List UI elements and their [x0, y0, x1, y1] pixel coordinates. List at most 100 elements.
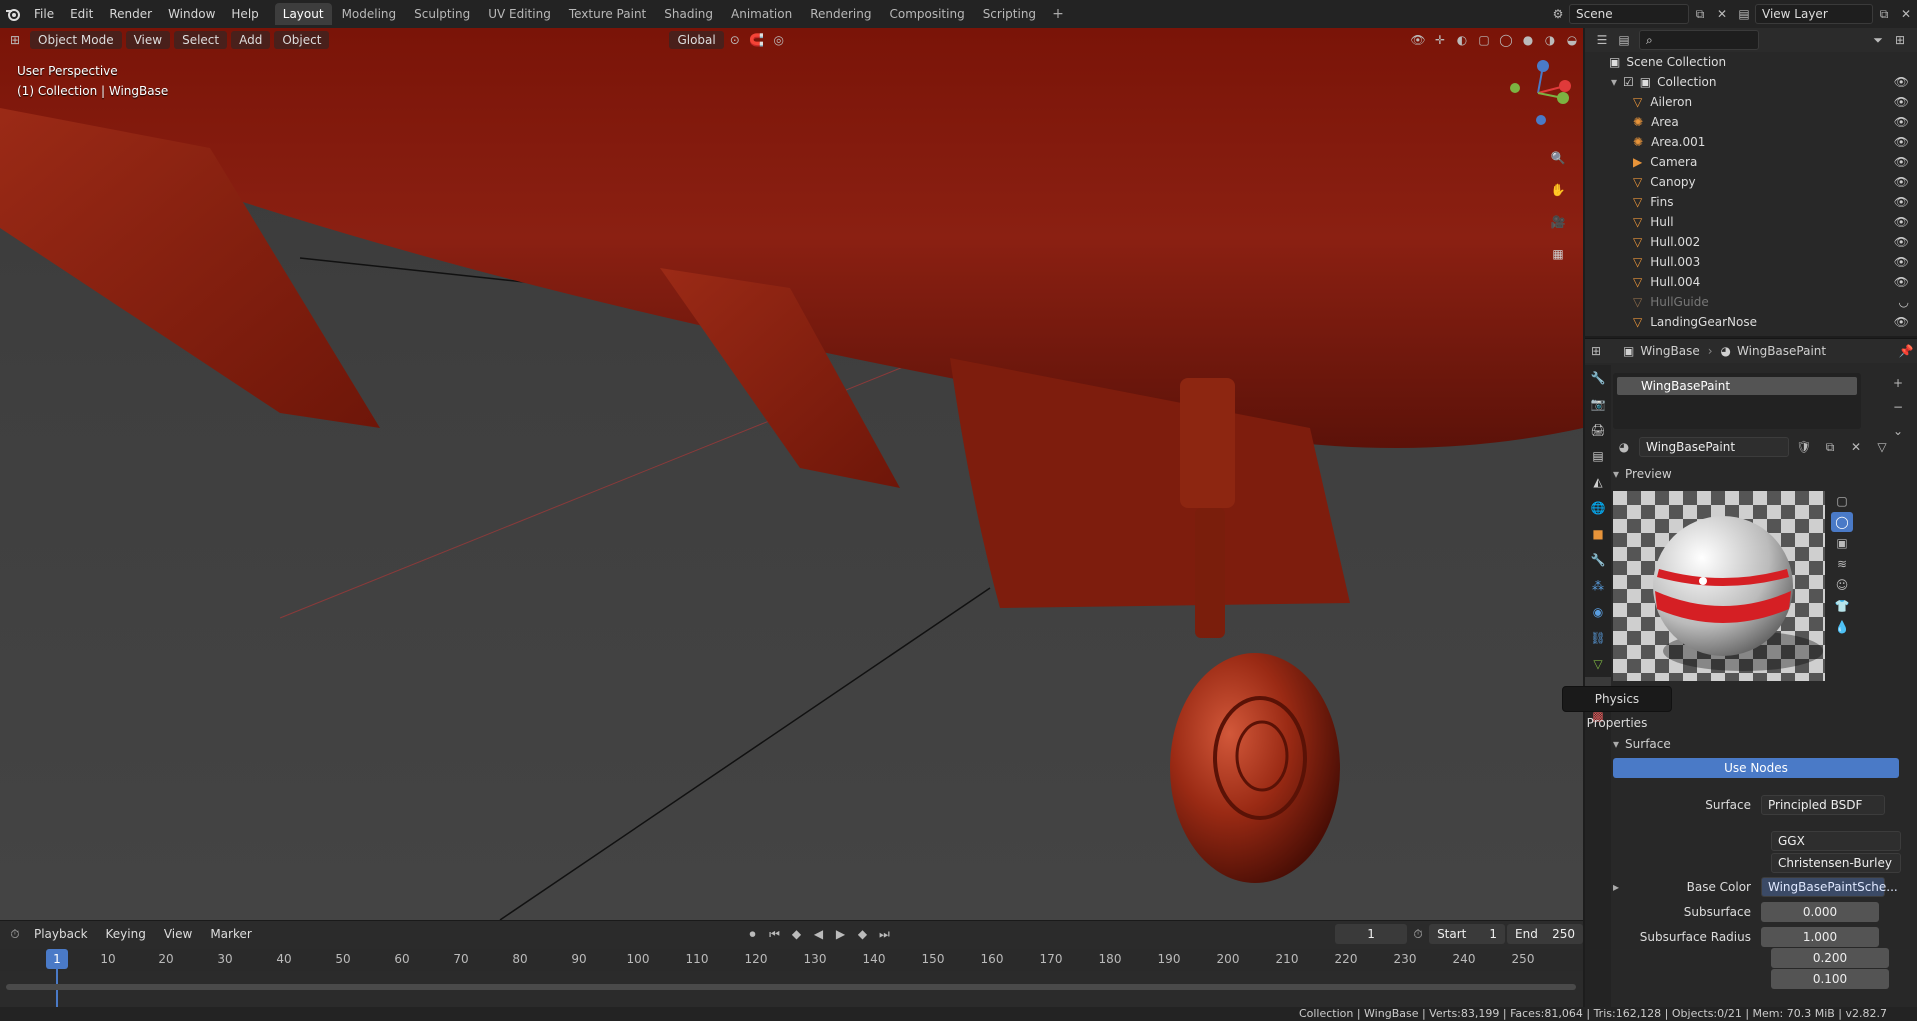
distribution-dropdown[interactable]: GGX: [1771, 831, 1901, 851]
editor-type-icon[interactable]: ⊞: [4, 30, 26, 50]
eye-icon[interactable]: 👁: [1894, 175, 1909, 189]
outliner-item-area-001[interactable]: ✺ Area.001 👁: [1585, 132, 1917, 152]
zoom-icon[interactable]: 🔍: [1545, 146, 1571, 170]
add-slot-icon[interactable]: +: [1887, 373, 1909, 393]
preview-hair-icon[interactable]: ≋: [1831, 554, 1853, 574]
preview-panel-header[interactable]: ▾ Preview: [1613, 467, 1672, 481]
add-workspace-icon[interactable]: +: [1046, 6, 1070, 22]
tab-scripting[interactable]: Scripting: [975, 3, 1044, 25]
view-layer-field[interactable]: View Layer: [1755, 4, 1873, 24]
scene-tab-icon[interactable]: ◭: [1585, 469, 1611, 495]
xray-icon[interactable]: ▢: [1473, 30, 1495, 50]
overlays-icon[interactable]: ◐: [1451, 30, 1473, 50]
subsurface-radius-z[interactable]: 0.100: [1771, 969, 1889, 989]
preview-sphere-icon[interactable]: ◯: [1831, 512, 1853, 532]
eye-icon[interactable]: 👁: [1894, 95, 1909, 109]
expand-arrow-icon[interactable]: ▸: [1613, 880, 1629, 894]
timeline-ruler[interactable]: 10 20 30 40 50 60 70 80 90 100 110 120 1…: [0, 949, 1583, 971]
material-slot-row[interactable]: WingBasePaint: [1617, 377, 1857, 395]
jump-start-icon[interactable]: ⏮: [764, 924, 786, 944]
outliner-item-hull[interactable]: ▽ Hull 👁: [1585, 212, 1917, 232]
current-frame-field[interactable]: 1: [1335, 924, 1408, 944]
jump-keyframe-forward-icon[interactable]: ◆: [851, 924, 873, 944]
output-tab-icon[interactable]: 🖨: [1585, 417, 1611, 443]
record-icon[interactable]: ⏺: [742, 924, 764, 944]
duplicate-material-icon[interactable]: ⧉: [1819, 437, 1841, 457]
preview-cloth-icon[interactable]: 👕: [1831, 596, 1853, 616]
menu-edit[interactable]: Edit: [62, 7, 101, 21]
subsurface-radius-x[interactable]: 1.000: [1761, 927, 1879, 947]
new-view-layer-icon[interactable]: ⧉: [1873, 4, 1895, 24]
preview-cube-icon[interactable]: ▣: [1831, 533, 1853, 553]
snap-icon[interactable]: 🧲: [746, 30, 768, 50]
timeline-editor-type-icon[interactable]: ⏱: [4, 924, 26, 944]
3d-viewport[interactable]: ⊞ Object Mode View Select Add Object Glo…: [0, 28, 1583, 920]
pan-hand-icon[interactable]: ✋: [1545, 178, 1571, 202]
menu-render[interactable]: Render: [101, 7, 160, 21]
marker-menu[interactable]: Marker: [202, 925, 259, 943]
outliner-item-area[interactable]: ✺ Area 👁: [1585, 112, 1917, 132]
scene-name-field[interactable]: Scene: [1569, 4, 1689, 24]
eye-icon[interactable]: 👁: [1894, 255, 1909, 269]
scene-collection-row[interactable]: ▣ Scene Collection: [1585, 52, 1917, 72]
outliner-item-camera[interactable]: ▶ Camera 👁: [1585, 152, 1917, 172]
camera-view-icon[interactable]: 🎥: [1545, 210, 1571, 234]
remove-slot-icon[interactable]: −: [1887, 397, 1909, 417]
playhead[interactable]: 1: [46, 949, 68, 969]
menu-window[interactable]: Window: [160, 7, 223, 21]
end-frame-field[interactable]: End 250: [1507, 924, 1583, 944]
use-nodes-button[interactable]: Use Nodes: [1613, 758, 1899, 778]
object-mode-dropdown[interactable]: Object Mode: [30, 31, 122, 49]
jump-keyframe-back-icon[interactable]: ◆: [785, 924, 807, 944]
timeline-view-menu[interactable]: View: [156, 925, 200, 943]
viewport-add-menu[interactable]: Add: [231, 31, 271, 49]
viewport-object-menu[interactable]: Object: [274, 31, 330, 49]
constraints-tab-icon[interactable]: ⛓: [1585, 625, 1611, 651]
tool-tab-icon[interactable]: 🔧: [1585, 365, 1611, 391]
tab-modeling[interactable]: Modeling: [334, 3, 405, 25]
scene-icon[interactable]: ⚙: [1547, 4, 1569, 24]
navigation-gizmo[interactable]: [1503, 58, 1573, 131]
delete-scene-icon[interactable]: ✕: [1711, 4, 1733, 24]
physics-tab-icon[interactable]: ◉: [1585, 599, 1611, 625]
outliner-item-hull-003[interactable]: ▽ Hull.003 👁: [1585, 252, 1917, 272]
tab-uv-editing[interactable]: UV Editing: [480, 3, 559, 25]
tab-compositing[interactable]: Compositing: [881, 3, 972, 25]
properties-type-icon[interactable]: ⊞: [1585, 341, 1607, 361]
gizmo-toggle-icon[interactable]: ✛: [1429, 30, 1451, 50]
start-frame-field[interactable]: Start 1: [1429, 924, 1506, 944]
play-icon[interactable]: ▶: [829, 924, 851, 944]
timeline-scrollbar[interactable]: [6, 984, 1576, 990]
fake-user-icon[interactable]: 🛡: [1793, 437, 1815, 457]
object-tab-icon[interactable]: ■: [1585, 521, 1611, 547]
material-name-field[interactable]: WingBasePaint: [1639, 437, 1789, 457]
ortho-grid-icon[interactable]: ▦: [1545, 242, 1571, 266]
solid-shading-icon[interactable]: ●: [1517, 30, 1539, 50]
outliner-item-canopy[interactable]: ▽ Canopy 👁: [1585, 172, 1917, 192]
new-collection-icon[interactable]: ⊞: [1889, 30, 1911, 50]
material-shading-icon[interactable]: ◑: [1539, 30, 1561, 50]
delete-view-layer-icon[interactable]: ✕: [1895, 4, 1917, 24]
particles-tab-icon[interactable]: ⁂: [1585, 573, 1611, 599]
subsurface-method-dropdown[interactable]: Christensen-Burley: [1771, 853, 1901, 873]
render-tab-icon[interactable]: 📷: [1585, 391, 1611, 417]
play-reverse-icon[interactable]: ◀: [807, 924, 829, 944]
jump-end-icon[interactable]: ⏭: [873, 924, 895, 944]
wireframe-shading-icon[interactable]: ◯: [1495, 30, 1517, 50]
tab-shading[interactable]: Shading: [656, 3, 721, 25]
preview-fluid-icon[interactable]: 💧: [1831, 617, 1853, 637]
playback-menu[interactable]: Playback: [26, 925, 96, 943]
outliner-item-aileron[interactable]: ▽ Aileron 👁: [1585, 92, 1917, 112]
subsurface-radius-y[interactable]: 0.200: [1771, 948, 1889, 968]
eye-icon[interactable]: 👁: [1894, 115, 1909, 129]
transform-orientation-dropdown[interactable]: Global: [669, 31, 724, 49]
menu-file[interactable]: File: [26, 7, 62, 21]
tab-rendering[interactable]: Rendering: [802, 3, 879, 25]
view-layer-tab-icon[interactable]: ▤: [1585, 443, 1611, 469]
tab-texture-paint[interactable]: Texture Paint: [561, 3, 654, 25]
rendered-shading-icon[interactable]: ◒: [1561, 30, 1583, 50]
outliner-item-hull-002[interactable]: ▽ Hull.002 👁: [1585, 232, 1917, 252]
eye-icon[interactable]: 👁: [1894, 315, 1909, 329]
eye-icon[interactable]: 👁: [1894, 135, 1909, 149]
world-tab-icon[interactable]: 🌐: [1585, 495, 1611, 521]
